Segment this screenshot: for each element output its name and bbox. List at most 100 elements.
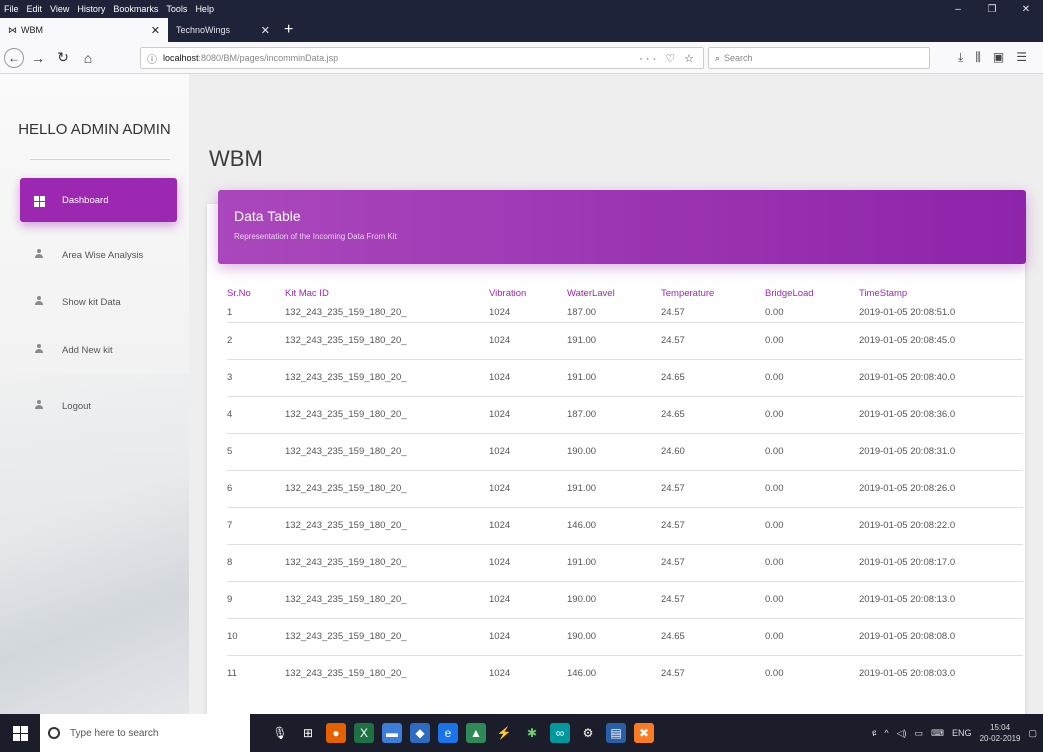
taskbar-search-placeholder: Type here to search [70,727,159,739]
minimize-button[interactable]: – [941,4,975,15]
store-icon[interactable]: ▲ [466,723,486,743]
library-icon[interactable]: ⫼ [975,50,981,65]
cell-water-level: 191.00 [567,358,661,396]
language-indicator[interactable]: ENG [952,728,972,738]
cell-vibration: 1024 [489,617,567,655]
sidebar-toggle-icon[interactable]: ▣ [993,50,1004,65]
cell-kit-mac-id: 132_243_235_159_180_20_ [285,617,489,655]
search-placeholder: Search [724,53,753,63]
table-row: 9 132_243_235_159_180_20_ 1024 190.00 24.57 0… [227,580,1023,618]
menu-view[interactable]: View [50,4,69,14]
keyboard-icon[interactable]: ⌨ [931,728,944,739]
sidebar-item-dashboard[interactable]: Dashboard [20,178,177,222]
notification-icon[interactable]: ▢ [1028,728,1037,739]
tab-technowings[interactable]: TechnoWings ✕ [168,18,278,42]
cell-kit-mac-id: 132_243_235_159_180_20_ [285,469,489,507]
cell-sr-no: 7 [227,506,285,544]
app-icon[interactable]: ◆ [410,723,430,743]
excel-icon[interactable]: X [354,723,374,743]
cell-kit-mac-id: 132_243_235_159_180_20_ [285,654,489,692]
people-icon[interactable]: ዩ [872,728,877,739]
menu-tools[interactable]: Tools [166,4,187,14]
menu-bookmarks[interactable]: Bookmarks [113,4,158,14]
cell-sr-no: 2 [227,321,285,359]
card-header: Data Table Representation of the Incomin… [218,190,1026,264]
cell-temperature: 24.65 [661,395,765,433]
arduino-icon[interactable]: ∞ [550,723,570,743]
firefox-icon[interactable]: ● [326,723,346,743]
windows-logo-icon [12,725,28,741]
cell-kit-mac-id: 132_243_235_159_180_20_ [285,395,489,433]
cell-timestamp: 2019-01-05 20:08:40.0 [859,358,1023,396]
cell-kit-mac-id: 132_243_235_159_180_20_ [285,358,489,396]
site-info-icon[interactable]: ⓘ [147,51,157,66]
close-window-button[interactable]: ✕ [1009,4,1043,15]
clock[interactable]: 15:04 20-02-2019 [980,722,1021,744]
cell-water-level: 190.00 [567,580,661,618]
cell-sr-no: 4 [227,395,285,433]
search-input[interactable]: ⌕ Search [708,47,930,69]
column-header: BridgeLoad [765,287,814,299]
sidebar-item-add-new-kit[interactable]: Add New kit [20,328,177,372]
volume-icon[interactable]: ◁) [897,728,907,739]
maximize-button[interactable]: ❐ [975,4,1009,15]
divider [30,159,170,160]
microphone-icon[interactable]: 🎙 [270,723,290,743]
sidebar-item-logout[interactable]: Logout [20,384,177,428]
settings-icon[interactable]: ⚙ [578,723,598,743]
cell-timestamp: 2019-01-05 20:08:13.0 [859,580,1023,618]
cell-temperature: 24.65 [661,358,765,396]
network-icon[interactable]: ▭ [915,728,924,739]
menu-help[interactable]: Help [195,4,214,14]
table-row: 5 132_243_235_159_180_20_ 1024 190.00 24.60 0… [227,432,1023,470]
edge-icon[interactable]: e [438,723,458,743]
window-controls: – ❐ ✕ [941,0,1043,18]
menu-history[interactable]: History [77,4,105,14]
file-explorer-icon[interactable]: ▬ [382,723,402,743]
cell-kit-mac-id: 132_243_235_159_180_20_ [285,307,407,319]
download-icon[interactable]: ⤓ [958,50,963,65]
sidebar-item-show-kit-data[interactable]: Show kit Data [20,280,177,324]
menu-file[interactable]: File [4,4,19,14]
home-icon[interactable]: ⌂ [77,47,99,69]
cell-timestamp: 2019-01-05 20:08:08.0 [859,617,1023,655]
table-header-row: Sr.No Kit Mac ID Vibration WaterLavel Te… [227,286,1023,304]
cell-vibration: 1024 [489,307,511,319]
xampp-icon[interactable]: ✖ [634,723,654,743]
start-button[interactable] [0,714,40,752]
sidebar-item-area-wise-analysis[interactable]: Area Wise Analysis [20,233,177,277]
taskbar-search-input[interactable]: Type here to search [40,714,250,752]
close-tab-icon[interactable]: ✕ [151,24,160,37]
page-actions[interactable]: ··· ♡ ☆ [639,52,697,65]
sidebar-item-label: Add New kit [62,344,113,356]
menu-edit[interactable]: Edit [27,4,43,14]
table-body: 1 132_243_235_159_180_20_ 1024 187.00 24.57 0… [227,304,1023,692]
android-icon[interactable]: ✱ [522,723,542,743]
cell-temperature: 24.60 [661,432,765,470]
sidebar-brand: HELLO ADMIN ADMIN [18,121,171,138]
task-view-icon[interactable]: ⊞ [298,723,318,743]
cell-sr-no: 1 [227,307,233,319]
column-header: Temperature [661,287,715,299]
cell-bridge-load: 0.00 [765,432,859,470]
cell-vibration: 1024 [489,543,567,581]
back-icon[interactable]: ← [4,47,24,68]
cell-vibration: 1024 [489,321,567,359]
tab-wbm[interactable]: ⋈ WBM ✕ [0,18,168,42]
cell-kit-mac-id: 132_243_235_159_180_20_ [285,506,489,544]
cell-temperature: 24.65 [661,617,765,655]
cell-temperature: 24.57 [661,506,765,544]
app-window-icon[interactable]: ▤ [606,723,626,743]
reload-icon[interactable]: ↻ [52,47,74,69]
chevron-up-icon[interactable]: ^ [884,728,888,738]
bolt-icon[interactable]: ⚡ [494,723,514,743]
cell-sr-no: 8 [227,543,285,581]
sidebar-item-label: Show kit Data [62,296,121,308]
new-tab-button[interactable]: + [278,18,299,42]
forward-icon[interactable]: → [27,47,49,69]
cell-temperature: 24.57 [661,307,685,319]
menu-icon[interactable]: ☰ [1016,50,1027,65]
url-bar[interactable]: ⓘ localhost :8080/BM/pages/incomminData.… [140,47,704,69]
close-tab-icon[interactable]: ✕ [261,24,270,37]
cell-water-level: 187.00 [567,395,661,433]
